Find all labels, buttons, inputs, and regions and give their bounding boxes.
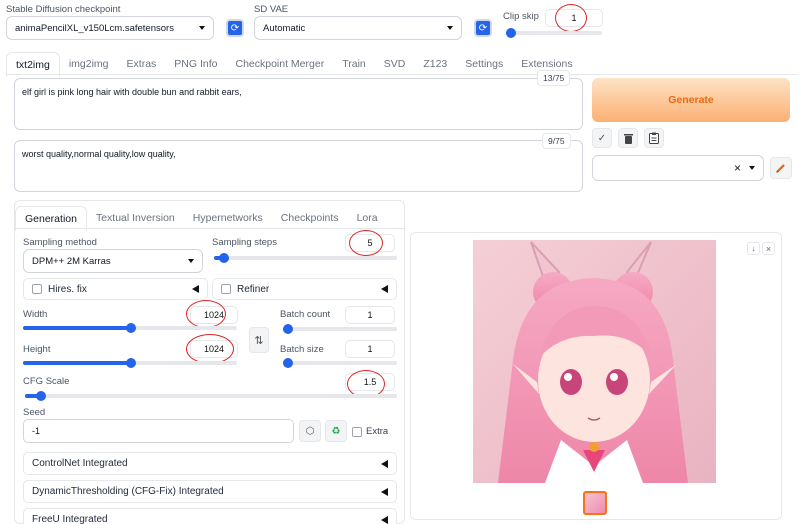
collapse-arrow-icon (381, 459, 388, 468)
chevron-down-icon (749, 166, 755, 170)
freeu-accordion[interactable]: FreeU Integrated (23, 508, 397, 524)
close-gallery-button[interactable]: × (762, 242, 775, 255)
swap-icon: ⇅ (254, 334, 264, 347)
extra-label: Extra (366, 426, 389, 437)
apply-style-button[interactable]: ✓ (592, 128, 612, 148)
sampling-method-value: DPM++ 2M Karras (32, 255, 111, 267)
clipskip-slider[interactable] (506, 28, 602, 38)
refiner-accordion[interactable]: Refiner (212, 278, 397, 300)
generate-button[interactable]: Generate (592, 78, 790, 122)
vae-value: Automatic (263, 22, 306, 34)
checkpoint-value: animaPencilXL_v150Lcm.safetensors (15, 22, 174, 34)
annotation-circle (186, 334, 234, 364)
chevron-down-icon (188, 259, 194, 263)
clipboard-icon (649, 132, 659, 144)
refresh-icon: ⟳ (230, 22, 240, 34)
paste-button[interactable] (644, 128, 664, 148)
sampling-method-label: Sampling method (23, 237, 97, 248)
batch-count-label: Batch count (280, 309, 331, 320)
collapse-arrow-icon (381, 487, 388, 496)
accordion-label: DynamicThresholding (CFG-Fix) Integrated (32, 486, 224, 497)
prompt-textarea[interactable]: elf girl is pink long hair with double b… (14, 78, 583, 130)
trash-icon (623, 134, 633, 144)
extra-checkbox[interactable] (352, 426, 362, 437)
width-slider[interactable] (23, 323, 237, 333)
batch-size-label: Batch size (280, 344, 324, 355)
annotation-circle (186, 300, 226, 328)
clear-prompt-button[interactable] (618, 128, 638, 148)
chevron-down-icon (447, 26, 453, 30)
refresh-checkpoint-button[interactable]: ⟳ (226, 19, 244, 37)
hires-fix-label: Hires. fix (48, 283, 87, 295)
controlnet-accordion[interactable]: ControlNet Integrated (23, 452, 397, 475)
refiner-checkbox[interactable] (221, 284, 231, 294)
reuse-seed-button[interactable]: ♻ (325, 420, 347, 442)
batch-size-input[interactable]: 1 (345, 340, 395, 358)
checkpoint-select[interactable]: animaPencilXL_v150Lcm.safetensors (6, 16, 214, 40)
download-icon: ↓ (751, 244, 756, 253)
batch-count-input[interactable]: 1 (345, 306, 395, 324)
dynamic-thresholding-accordion[interactable]: DynamicThresholding (CFG-Fix) Integrated (23, 480, 397, 503)
random-seed-button[interactable]: ⬡ (299, 420, 321, 442)
annotation-circle (555, 4, 587, 32)
refiner-label: Refiner (237, 283, 270, 295)
collapse-arrow-icon (381, 515, 388, 524)
batch-size-slider[interactable] (283, 358, 397, 368)
vae-label: SD VAE (254, 4, 289, 15)
edit-styles-button[interactable] (770, 157, 792, 179)
pencil-icon (776, 164, 785, 173)
seed-label: Seed (23, 407, 46, 418)
prompt-token-counter: 13/75 (537, 70, 571, 86)
clipskip-label: Clip skip (503, 11, 539, 22)
swap-dimensions-button[interactable]: ⇅ (249, 327, 269, 353)
height-slider[interactable] (23, 358, 237, 368)
negative-prompt-text: worst quality,normal quality,low quality… (22, 149, 176, 159)
hires-fix-checkbox[interactable] (32, 284, 42, 294)
sub-tab-divider (14, 228, 405, 229)
vae-select[interactable]: Automatic (254, 16, 462, 40)
sampling-steps-slider[interactable] (214, 253, 397, 263)
accordion-label: FreeU Integrated (32, 514, 108, 524)
cfg-scale-slider[interactable] (25, 391, 397, 401)
close-icon[interactable]: × (734, 161, 741, 175)
dice-icon: ⬡ (305, 425, 315, 437)
collapse-arrow-icon (192, 285, 199, 293)
height-label: Height (23, 344, 51, 355)
download-button[interactable]: ↓ (747, 242, 760, 255)
negative-prompt-textarea[interactable]: worst quality,normal quality,low quality… (14, 140, 583, 192)
annotation-circle (349, 230, 383, 256)
seed-value: -1 (32, 426, 41, 436)
batch-count-slider[interactable] (283, 324, 397, 334)
close-icon: × (765, 243, 772, 254)
styles-select[interactable]: × (592, 155, 764, 181)
negative-token-counter: 9/75 (542, 133, 571, 149)
recycle-icon: ♻ (331, 425, 341, 437)
refresh-vae-button[interactable]: ⟳ (474, 19, 492, 37)
gallery-thumbnail[interactable] (583, 491, 607, 515)
refresh-icon: ⟳ (478, 22, 488, 34)
collapse-arrow-icon (381, 285, 388, 293)
cfg-scale-label: CFG Scale (23, 376, 70, 387)
extra-seed-toggle[interactable]: Extra (352, 426, 388, 437)
seed-input[interactable]: -1 (23, 419, 294, 443)
checkpoint-label: Stable Diffusion checkpoint (6, 4, 121, 15)
generate-label: Generate (668, 94, 714, 106)
width-label: Width (23, 309, 48, 320)
sampling-steps-label: Sampling steps (212, 237, 277, 248)
prompt-text: elf girl is pink long hair with double b… (22, 87, 242, 97)
check-icon: ✓ (597, 132, 607, 144)
hires-fix-accordion[interactable]: Hires. fix (23, 278, 208, 300)
tab-divider (6, 74, 798, 75)
accordion-label: ControlNet Integrated (32, 458, 128, 469)
generated-image[interactable] (473, 240, 716, 483)
chevron-down-icon (199, 26, 205, 30)
sampling-method-select[interactable]: DPM++ 2M Karras (23, 249, 203, 273)
